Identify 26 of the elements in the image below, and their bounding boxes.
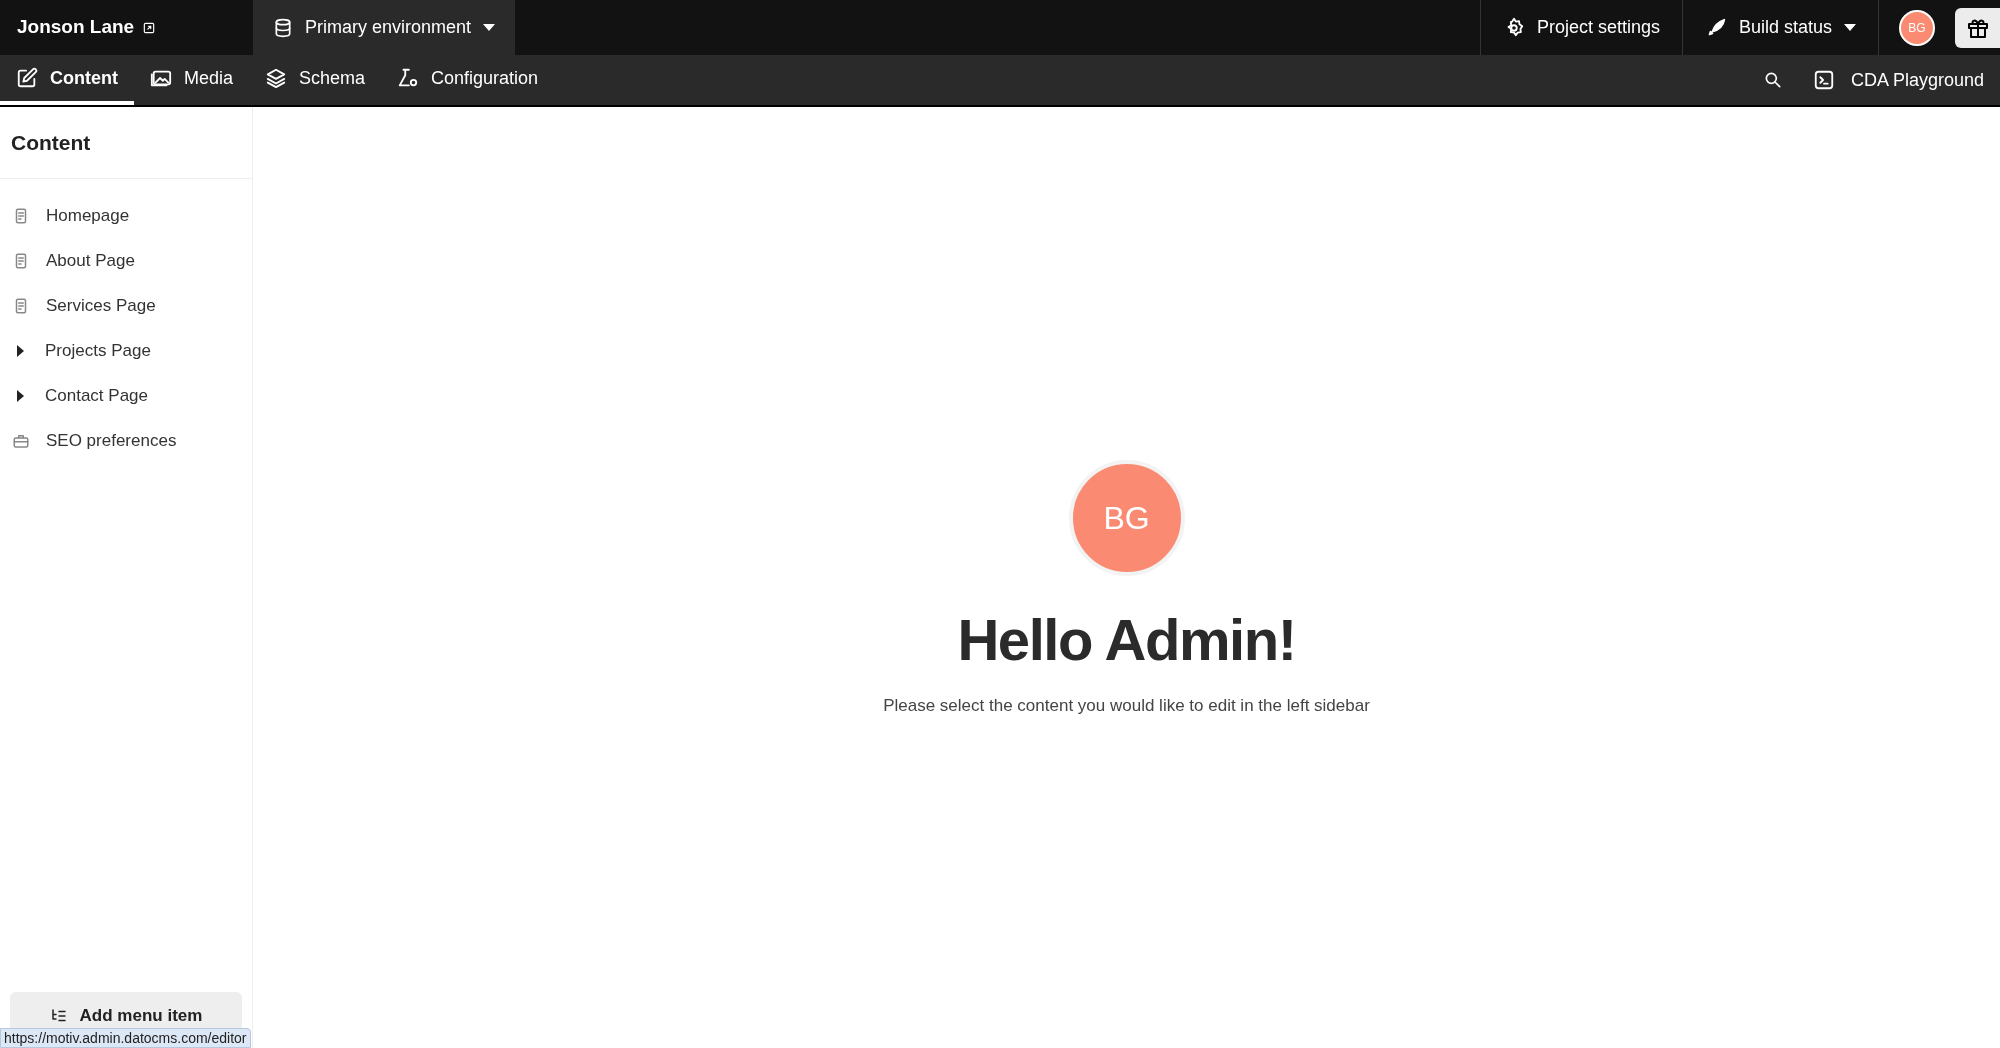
status-url-tooltip: https://motiv.admin.datocms.com/editor xyxy=(0,1028,251,1048)
gift-button[interactable] xyxy=(1955,7,2000,48)
project-name: Jonson Lane xyxy=(17,15,135,40)
sidebar-item[interactable]: Services Page xyxy=(0,283,252,328)
nav-tab[interactable]: Media xyxy=(134,55,249,105)
cda-playground-link[interactable]: CDA Playground xyxy=(1802,55,2000,105)
sidebar-title: Content xyxy=(11,129,91,156)
sidebar-item[interactable]: SEO preferences xyxy=(0,418,252,463)
layers-icon xyxy=(265,67,287,89)
sidebar-item[interactable]: Homepage xyxy=(0,193,252,238)
nav-tab[interactable]: Schema xyxy=(249,55,382,105)
sidebar-item[interactable]: Contact Page xyxy=(0,373,252,418)
welcome-message: Please select the content you would like to edit in the left sidebar xyxy=(883,695,1370,717)
database-icon xyxy=(273,17,293,38)
sidebar-item[interactable]: About Page xyxy=(0,238,252,283)
environment-dropdown[interactable]: Primary environment xyxy=(253,0,516,55)
sidebar-item[interactable]: Projects Page xyxy=(0,328,252,373)
edit-icon xyxy=(16,67,38,89)
nav-tab[interactable]: Content xyxy=(0,55,134,105)
caret-down-icon xyxy=(1844,24,1856,31)
welcome-heading: Hello Admin! xyxy=(957,606,1296,674)
terminal-icon xyxy=(1812,69,1835,91)
user-avatar: BG xyxy=(1068,460,1185,576)
nav-tab[interactable]: Configuration xyxy=(381,55,555,105)
caret-down-icon xyxy=(483,24,496,31)
external-link-icon xyxy=(142,20,157,35)
